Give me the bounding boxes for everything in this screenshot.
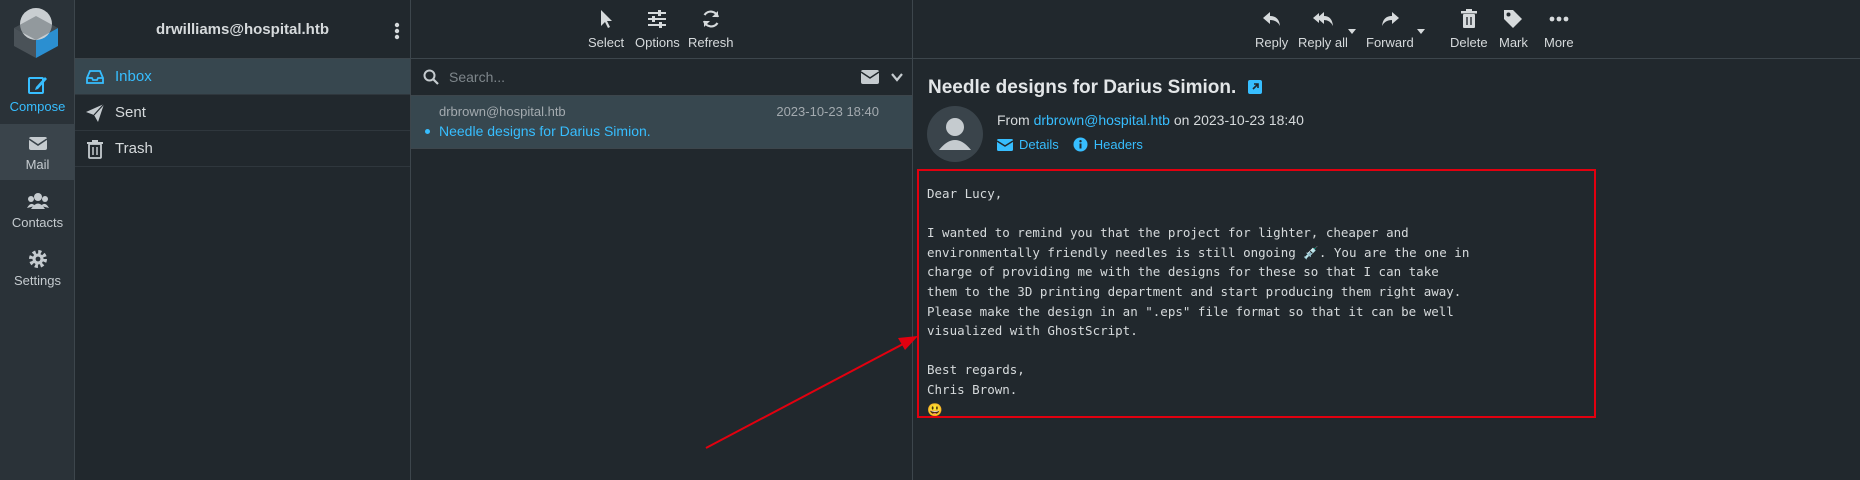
message-subject: Needle designs for Darius Simion. bbox=[439, 123, 651, 139]
mark-button[interactable]: Mark bbox=[1499, 8, 1528, 50]
user-avatar-icon bbox=[939, 118, 971, 150]
folder-sent[interactable]: Sent bbox=[75, 95, 410, 131]
compose-label: Compose bbox=[9, 99, 66, 114]
gear-icon bbox=[28, 250, 47, 268]
reply-button[interactable]: Reply bbox=[1255, 8, 1288, 50]
sender-address-link[interactable]: drbrown@hospital.htb bbox=[1034, 112, 1170, 128]
headers-label: Headers bbox=[1093, 137, 1143, 152]
reply-all-label: Reply all bbox=[1298, 35, 1348, 50]
folder-panel: drwilliams@hospital.htb Inbox Sent Trash bbox=[75, 0, 411, 480]
sender-avatar bbox=[927, 106, 983, 162]
reply-all-button[interactable]: Reply all bbox=[1298, 8, 1348, 50]
message-sender: drbrown@hospital.htb bbox=[439, 104, 566, 119]
sliders-icon bbox=[648, 10, 667, 28]
reply-all-dropdown-icon[interactable] bbox=[1347, 28, 1357, 35]
trash-icon bbox=[1460, 9, 1477, 28]
from-prefix: From bbox=[997, 112, 1030, 128]
folder-inbox[interactable]: Inbox bbox=[75, 59, 410, 95]
forward-label: Forward bbox=[1366, 35, 1414, 50]
message-date: 2023-10-23 18:40 bbox=[776, 104, 879, 119]
message-list-item[interactable]: drbrown@hospital.htb 2023-10-23 18:40 Ne… bbox=[411, 96, 912, 149]
from-line: From drbrown@hospital.htb on 2023-10-23 … bbox=[997, 112, 1304, 128]
contacts-icon bbox=[26, 193, 49, 209]
reply-label: Reply bbox=[1255, 35, 1289, 50]
folder-label: Inbox bbox=[115, 68, 152, 85]
left-rail: Compose Mail Contacts Settings bbox=[0, 0, 75, 480]
details-label: Details bbox=[1019, 137, 1059, 152]
roundcube-logo[interactable] bbox=[10, 4, 62, 58]
on-word: on bbox=[1173, 112, 1190, 128]
envelope-filter-icon[interactable] bbox=[861, 70, 879, 84]
settings-label: Settings bbox=[14, 273, 61, 288]
info-icon bbox=[1073, 137, 1088, 152]
forward-dropdown-icon[interactable] bbox=[1416, 28, 1426, 35]
search-bar bbox=[411, 59, 912, 96]
reply-all-icon bbox=[1312, 12, 1333, 26]
subject-text: Needle designs for Darius Simion. bbox=[928, 77, 1237, 98]
tag-icon bbox=[1504, 10, 1523, 28]
mail-button[interactable]: Mail bbox=[0, 124, 75, 180]
inbox-icon bbox=[86, 69, 104, 84]
folder-label: Trash bbox=[115, 140, 153, 157]
folder-label: Sent bbox=[115, 104, 146, 121]
message-date-text: 2023-10-23 18:40 bbox=[1193, 112, 1304, 128]
message-view-panel: Reply Reply all Forward Delete Mark More… bbox=[913, 0, 1860, 480]
open-in-new-window-icon[interactable] bbox=[1247, 80, 1262, 94]
delete-label: Delete bbox=[1450, 35, 1488, 50]
select-label: Select bbox=[588, 35, 625, 50]
account-header: drwilliams@hospital.htb bbox=[75, 0, 410, 59]
paper-plane-icon bbox=[86, 103, 105, 122]
settings-button[interactable]: Settings bbox=[0, 240, 75, 296]
cursor-icon bbox=[601, 10, 613, 28]
mail-label: Mail bbox=[25, 157, 50, 172]
mark-label: Mark bbox=[1499, 35, 1528, 50]
header-links: Details Headers bbox=[997, 137, 1143, 152]
search-icon bbox=[423, 69, 439, 85]
options-button[interactable]: Options bbox=[635, 8, 680, 50]
envelope-icon bbox=[997, 138, 1013, 151]
refresh-icon bbox=[702, 10, 719, 28]
select-button[interactable]: Select bbox=[588, 8, 624, 50]
webmail-app: Compose Mail Contacts Settings drwilliam… bbox=[0, 0, 1860, 480]
trash-icon bbox=[87, 139, 103, 159]
compose-icon bbox=[27, 77, 47, 94]
options-label: Options bbox=[635, 35, 680, 50]
message-subject-heading: Needle designs for Darius Simion. bbox=[928, 77, 1262, 99]
message-toolbar: Reply Reply all Forward Delete Mark More bbox=[913, 0, 1860, 59]
kebab-menu-icon[interactable] bbox=[394, 22, 400, 40]
refresh-label: Refresh bbox=[688, 35, 734, 50]
account-name: drwilliams@hospital.htb bbox=[156, 20, 329, 38]
message-body: Dear Lucy, I wanted to remind you that t… bbox=[927, 186, 1470, 417]
reply-icon bbox=[1262, 12, 1280, 26]
delete-button[interactable]: Delete bbox=[1450, 8, 1488, 50]
folder-trash[interactable]: Trash bbox=[75, 131, 410, 167]
headers-link[interactable]: Headers bbox=[1073, 137, 1143, 152]
forward-icon bbox=[1381, 12, 1399, 26]
more-button[interactable]: More bbox=[1544, 8, 1574, 50]
unread-indicator bbox=[425, 129, 430, 134]
message-list-panel: Select Options Refresh Search... drbrown… bbox=[411, 0, 913, 480]
refresh-button[interactable]: Refresh bbox=[688, 8, 734, 50]
search-input[interactable] bbox=[449, 69, 849, 85]
details-link[interactable]: Details bbox=[997, 137, 1059, 152]
more-icon bbox=[1549, 16, 1569, 22]
forward-button[interactable]: Forward bbox=[1366, 8, 1414, 50]
contacts-label: Contacts bbox=[11, 215, 64, 230]
list-toolbar: Select Options Refresh bbox=[411, 0, 912, 59]
chevron-down-icon[interactable] bbox=[890, 71, 904, 83]
envelope-icon bbox=[28, 137, 47, 150]
more-label: More bbox=[1544, 35, 1574, 50]
contacts-button[interactable]: Contacts bbox=[0, 182, 75, 238]
compose-button[interactable]: Compose bbox=[0, 66, 75, 122]
